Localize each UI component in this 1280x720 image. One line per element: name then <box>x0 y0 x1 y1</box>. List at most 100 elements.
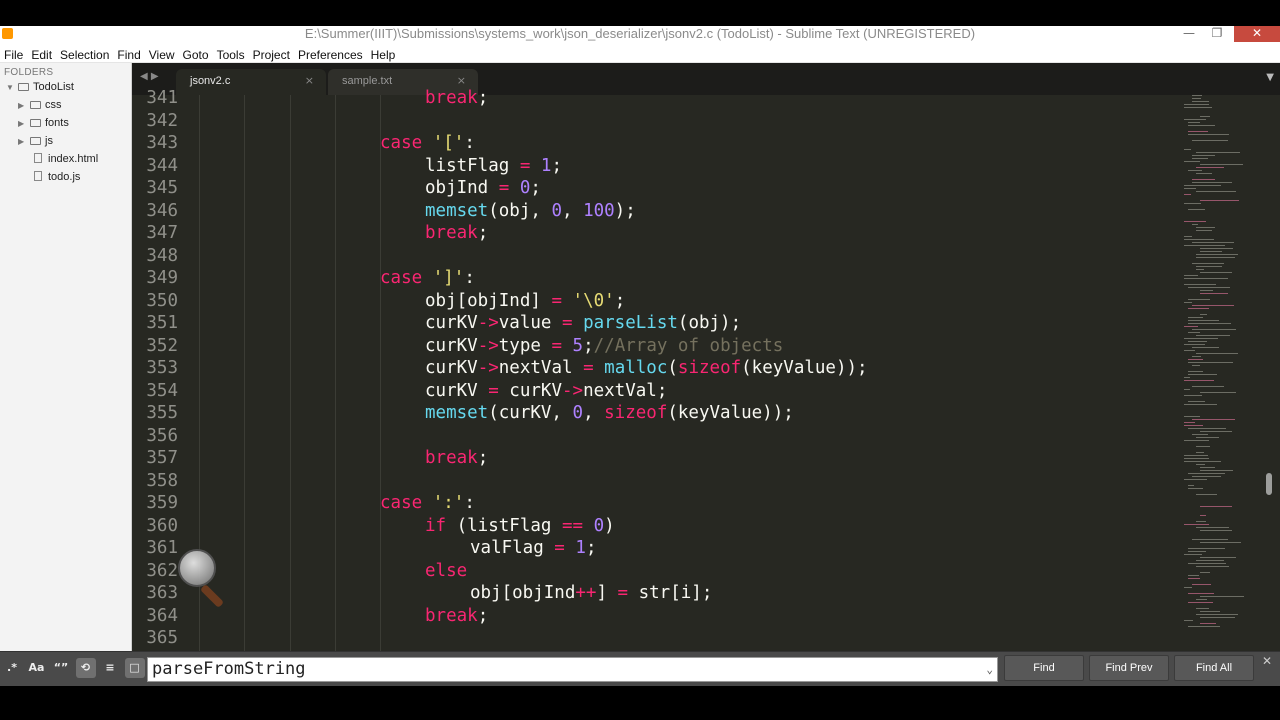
restore-button[interactable]: ❐ <box>1204 26 1230 42</box>
code-token: curKV <box>498 380 562 401</box>
minimap[interactable] <box>1180 95 1260 651</box>
vertical-scrollbar-thumb[interactable] <box>1266 473 1272 495</box>
minimap-line <box>1192 329 1236 330</box>
find-history-dropdown-icon[interactable]: ⌄ <box>986 658 993 681</box>
file-label: index.html <box>48 153 99 165</box>
code-line[interactable]: 363 obj[objInd++] = str[i]; <box>132 582 1172 605</box>
highlight-matches-toggle[interactable]: □ <box>124 658 145 678</box>
code-line[interactable]: 352 curKV->type = 5;//Array of objects <box>132 335 1172 358</box>
sidebar-item-js[interactable]: ▶ js <box>18 133 53 150</box>
close-window-button[interactable]: ✕ <box>1234 26 1280 42</box>
find-all-button[interactable]: Find All <box>1174 655 1254 681</box>
minimap-line <box>1188 323 1231 324</box>
code-line[interactable]: 343 case '[': <box>132 132 1172 155</box>
sidebar-item-todo-js[interactable]: todo.js <box>34 169 80 186</box>
minimap-line <box>1188 548 1225 549</box>
menu-preferences[interactable]: Preferences <box>294 46 367 64</box>
sidebar-item-css[interactable]: ▶ css <box>18 97 62 114</box>
regex-toggle[interactable]: .* <box>2 658 22 678</box>
menu-selection[interactable]: Selection <box>56 46 113 64</box>
expand-arrow-icon[interactable]: ▶ <box>18 133 28 150</box>
code-line[interactable]: 364 break; <box>132 605 1172 628</box>
case-sensitive-toggle[interactable]: Aa <box>27 658 47 678</box>
minimap-line <box>1184 275 1198 276</box>
tab-close-icon[interactable]: × <box>457 74 466 87</box>
menu-goto[interactable]: Goto <box>179 46 213 64</box>
code-token: ; <box>477 605 489 626</box>
code-line[interactable]: 354 curKV = curKV->nextVal; <box>132 380 1172 403</box>
wrap-toggle[interactable]: ⟲ <box>75 658 96 678</box>
tab-dropdown-icon[interactable]: ▼ <box>1266 72 1274 83</box>
find-input[interactable]: parseFromString ⌄ <box>147 657 998 682</box>
menu-file[interactable]: File <box>0 46 27 64</box>
sidebar-item-fonts[interactable]: ▶ fonts <box>18 115 69 132</box>
find-prev-button[interactable]: Find Prev <box>1089 655 1169 681</box>
minimap-line <box>1196 257 1235 258</box>
minimap-line <box>1200 530 1232 531</box>
menu-help[interactable]: Help <box>367 46 400 64</box>
code-text: break; <box>425 447 488 470</box>
code-line[interactable]: 360 if (listFlag == 0) <box>132 515 1172 538</box>
code-line[interactable]: 347 break; <box>132 222 1172 245</box>
sidebar-item-index-html[interactable]: index.html <box>34 151 98 168</box>
code-line[interactable]: 351 curKV->value = parseList(obj); <box>132 312 1172 335</box>
minimap-line <box>1192 155 1215 156</box>
code-line[interactable]: 355 memset(curKV, 0, sizeof(keyValue)); <box>132 402 1172 425</box>
code-line[interactable]: 342 <box>132 110 1172 133</box>
minimap-line <box>1200 596 1244 597</box>
code-line[interactable]: 361 valFlag = 1; <box>132 537 1172 560</box>
file-icon <box>34 171 42 181</box>
menu-tools[interactable]: Tools <box>213 46 249 64</box>
menu-edit[interactable]: Edit <box>27 46 56 64</box>
whole-word-toggle[interactable]: “” <box>51 658 71 678</box>
code-line[interactable]: 349 case ']': <box>132 267 1172 290</box>
menu-view[interactable]: View <box>145 46 179 64</box>
code-line[interactable]: 356 <box>132 425 1172 448</box>
folder-icon <box>30 137 41 145</box>
code-token: ] <box>596 583 618 603</box>
expand-arrow-icon[interactable]: ▶ <box>18 115 28 132</box>
code-text: if (listFlag == 0) <box>425 515 615 538</box>
menu-find[interactable]: Find <box>113 46 144 64</box>
minimize-button[interactable]: — <box>1176 26 1202 42</box>
code-text: case ':': <box>380 492 475 515</box>
line-number: 350 <box>146 290 178 311</box>
find-button[interactable]: Find <box>1004 655 1084 681</box>
tab-nav-arrows-icon[interactable]: ◀ ▶ <box>140 71 159 82</box>
code-token: parseList <box>583 313 678 333</box>
code-line[interactable]: 353 curKV->nextVal = malloc(sizeof(keyVal… <box>132 357 1172 380</box>
close-find-panel-icon[interactable]: ✕ <box>1262 654 1272 668</box>
code-line[interactable]: 365 <box>132 627 1172 650</box>
minimap-line <box>1196 152 1240 153</box>
code-area[interactable]: 341 break; 342 343 case '[': 344 listFlag = 1;… <box>132 88 1172 651</box>
code-line[interactable]: 357 break; <box>132 447 1172 470</box>
menu-project[interactable]: Project <box>249 46 294 64</box>
code-line[interactable]: 344 listFlag = 1; <box>132 155 1172 178</box>
minimap-line <box>1200 617 1235 618</box>
expand-arrow-icon[interactable]: ▶ <box>18 97 28 114</box>
line-number: 351 <box>146 313 178 333</box>
code-line[interactable]: 341 break; <box>132 87 1172 110</box>
code-line[interactable]: 348 <box>132 245 1172 268</box>
minimap-line <box>1188 320 1219 321</box>
code-text: objInd = 0; <box>425 177 541 200</box>
code-token: else <box>425 560 468 581</box>
in-selection-toggle[interactable]: ≡ <box>100 658 120 678</box>
code-text: break; <box>425 222 488 245</box>
code-token: break <box>425 223 478 243</box>
editor[interactable]: ◀ ▶ jsonv2.c × sample.txt × ▼ 341 break; 3… <box>132 63 1280 651</box>
code-line[interactable]: 350 obj[objInd] = '\0'; <box>132 290 1172 313</box>
code-token: case <box>380 268 423 288</box>
minimap-line <box>1188 131 1208 132</box>
code-line[interactable]: 346 memset(obj, 0, 100); <box>132 200 1172 223</box>
expand-arrow-icon[interactable]: ▼ <box>6 79 16 96</box>
code-line[interactable]: 359 case ':': <box>132 492 1172 515</box>
sidebar-item-root[interactable]: ▼ TodoList <box>6 79 74 96</box>
minimap-line <box>1184 119 1206 120</box>
code-line[interactable]: 362 else <box>132 560 1172 583</box>
code-line[interactable]: 358 <box>132 470 1172 493</box>
code-line[interactable]: 345 objInd = 0; <box>132 177 1172 200</box>
tab-close-icon[interactable]: × <box>305 74 314 87</box>
code-text: obj[objInd] = '\0'; <box>425 290 625 313</box>
